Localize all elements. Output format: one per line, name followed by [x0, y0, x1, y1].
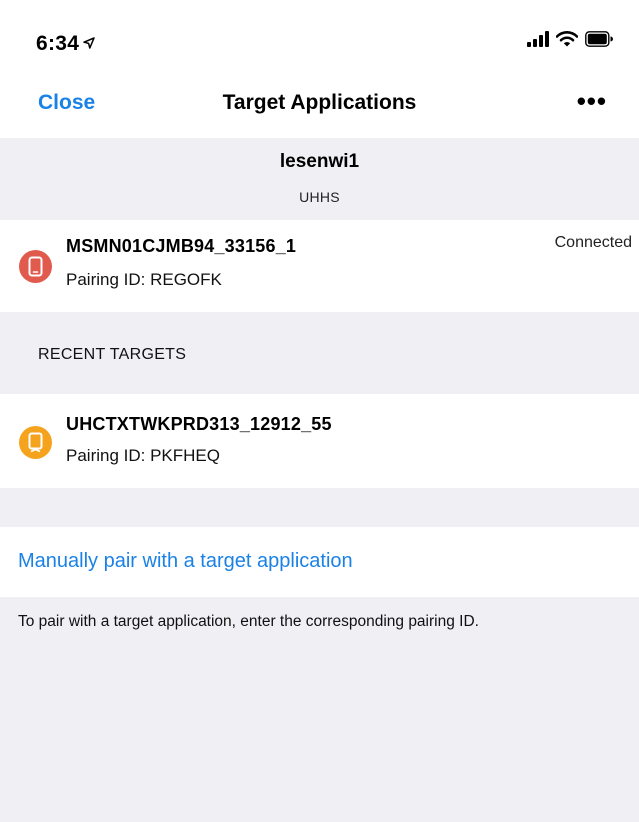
- account-username: lesenwi1: [279, 151, 360, 172]
- section-divider: [0, 488, 639, 527]
- section-label: RECENT TARGETS: [38, 346, 187, 363]
- status-time-label: 6:34: [36, 32, 80, 55]
- instructions-text: To pair with a target application, enter…: [18, 613, 479, 630]
- wifi-icon: [555, 30, 579, 52]
- status-icons: [527, 30, 613, 52]
- connection-status: Connected: [554, 234, 632, 251]
- target-pairing-id: Pairing ID: PKFHEQ: [66, 446, 220, 465]
- more-options-button[interactable]: •••: [577, 86, 607, 117]
- manual-pair-row[interactable]: Manually pair with a target application: [0, 527, 639, 597]
- recent-targets-header: RECENT TARGETS: [0, 312, 639, 394]
- status-time: 6:34: [36, 31, 95, 56]
- battery-icon: [585, 30, 613, 52]
- target-pairing-id: Pairing ID: REGOFK: [66, 270, 222, 289]
- target-name: UHCTXTWKPRD313_12912_55: [66, 414, 332, 434]
- connected-target-row[interactable]: MSMN01CJMB94_33156_1 Pairing ID: REGOFK …: [0, 220, 639, 312]
- mobile-device-icon: [19, 250, 52, 283]
- instructions-panel: To pair with a target application, enter…: [0, 597, 639, 822]
- status-bar: 6:34: [0, 0, 639, 80]
- tablet-device-icon: [19, 426, 52, 459]
- account-header: lesenwi1 UHHS: [0, 138, 639, 220]
- screen: 6:34 Close Target Applications ••• lesen…: [0, 0, 639, 822]
- location-arrow-icon: [83, 31, 95, 55]
- page-title: Target Applications: [222, 91, 417, 114]
- account-organization: UHHS: [299, 189, 340, 205]
- signal-bars-icon: [527, 30, 549, 52]
- target-name: MSMN01CJMB94_33156_1: [66, 236, 297, 256]
- recent-target-row[interactable]: UHCTXTWKPRD313_12912_55 Pairing ID: PKFH…: [0, 394, 639, 488]
- navigation-bar: Close Target Applications •••: [0, 80, 639, 136]
- manual-pair-link[interactable]: Manually pair with a target application: [18, 550, 353, 573]
